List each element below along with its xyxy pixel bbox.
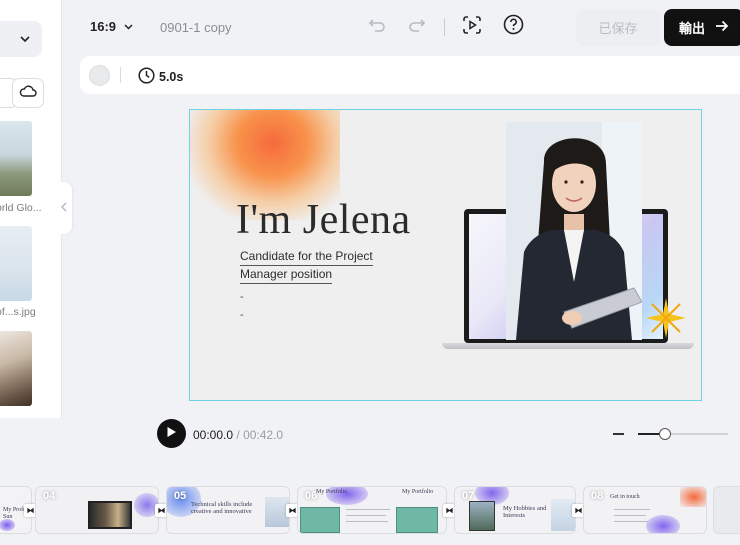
clip-image-placeholder [300, 507, 340, 533]
toolbar-divider [120, 67, 121, 83]
sparkle-icon [644, 296, 688, 345]
clip-title: Technical skills include creative and in… [191, 501, 253, 516]
clip-number: 08 [591, 490, 604, 502]
media-thumbnail[interactable] [0, 226, 32, 301]
undo-button[interactable] [366, 16, 388, 38]
time-separator: / [233, 428, 244, 442]
timeline-clip[interactable]: 08 Get in touch [583, 486, 707, 534]
chevron-down-icon [124, 22, 133, 32]
zoom-slider-handle[interactable] [659, 428, 671, 440]
media-caption: orld Glo... [0, 202, 42, 214]
clip-title: My Portfolio [402, 489, 434, 495]
element-toolbar: 5.0s [80, 56, 740, 94]
clip-title: Get in touch [610, 494, 640, 500]
chevron-left-icon [61, 201, 67, 215]
media-thumbnail[interactable] [0, 331, 32, 406]
clip-text-line [614, 521, 648, 522]
duration-value: 5.0s [159, 70, 184, 84]
current-time: 00:00.0 [193, 428, 234, 442]
aspect-ratio-select[interactable]: 16:9 [90, 19, 133, 34]
preview-button[interactable] [461, 15, 483, 40]
saved-status-button[interactable]: 已保存 [576, 9, 660, 46]
redo-button[interactable] [406, 16, 428, 38]
timeline-clip[interactable]: 07 My Hobbies and Interests [454, 486, 576, 534]
clip-photo [469, 501, 495, 531]
play-button[interactable] [157, 419, 186, 448]
slide-canvas[interactable]: I'm Jelena Candidate for the Project Man… [189, 109, 702, 401]
project-name[interactable]: 0901-1 copy [160, 20, 232, 35]
clip-decoration [646, 515, 680, 533]
redo-icon [408, 18, 426, 37]
export-label: 輸出 [678, 21, 705, 36]
slide-title[interactable]: I'm Jelena [236, 196, 411, 244]
clip-text-line [346, 509, 390, 510]
clip-text-line [346, 515, 386, 516]
help-icon [503, 14, 524, 40]
arrow-right-icon [715, 20, 729, 35]
slide-subtitle-line[interactable]: Candidate for the Project [240, 249, 373, 266]
chevron-down-icon [20, 30, 30, 48]
playback-time: 00:00.0 / 00:42.0 [193, 428, 283, 442]
clip-decoration [680, 487, 706, 507]
cloud-button[interactable] [12, 78, 44, 108]
timeline-clip[interactable] [713, 486, 740, 534]
media-panel: orld Glo... of...s.jpg [0, 0, 62, 418]
clip-text-line [614, 515, 646, 516]
clip-text-line [346, 521, 388, 522]
slide-subtitle-line[interactable]: Manager position [240, 267, 333, 284]
background-color-swatch[interactable] [89, 65, 110, 86]
help-button[interactable] [502, 14, 524, 40]
portrait-photo[interactable] [506, 122, 642, 340]
slide-bullet[interactable]: - [240, 309, 244, 321]
screen-record-icon [462, 15, 482, 40]
zoom-out-button[interactable] [613, 433, 624, 435]
play-icon [166, 425, 177, 443]
toolbar-divider [444, 18, 445, 36]
slide-bullet[interactable]: - [240, 291, 244, 303]
clock-icon [138, 67, 155, 87]
clip-decoration [0, 519, 15, 531]
undo-icon [368, 18, 386, 37]
clip-title: My Hobbies and Interests [503, 505, 547, 520]
clip-number: 05 [174, 490, 187, 502]
timeline-clip[interactable]: 06 My Portfolio My Portfolio [297, 486, 447, 534]
media-dropdown[interactable] [0, 21, 42, 57]
cloud-icon [19, 84, 37, 102]
aspect-ratio-value: 16:9 [90, 19, 117, 34]
clip-photo [88, 501, 132, 529]
clip-title: My Portfolio [316, 489, 348, 495]
timeline-clip[interactable]: 04 [35, 486, 159, 534]
timeline-clip[interactable]: 05 Technical skills include creative and… [166, 486, 290, 534]
top-bar: 16:9 0901-1 copy 已保存 輸出 [62, 0, 740, 54]
collapse-panel-button[interactable] [56, 182, 72, 234]
clip-image-placeholder [396, 507, 438, 533]
timeline: My Profe Sun ⧓ 04 ⧓ 05 Technical skills … [0, 478, 740, 545]
media-thumbnail[interactable] [0, 121, 32, 196]
export-button[interactable]: 輸出 [664, 9, 740, 46]
clip-number: 04 [43, 490, 56, 502]
zoom-slider[interactable] [638, 433, 728, 435]
media-caption: of...s.jpg [0, 306, 36, 318]
clip-text-line [614, 509, 650, 510]
total-time: 00:42.0 [243, 428, 284, 442]
duration-control[interactable]: 5.0s [138, 67, 183, 87]
